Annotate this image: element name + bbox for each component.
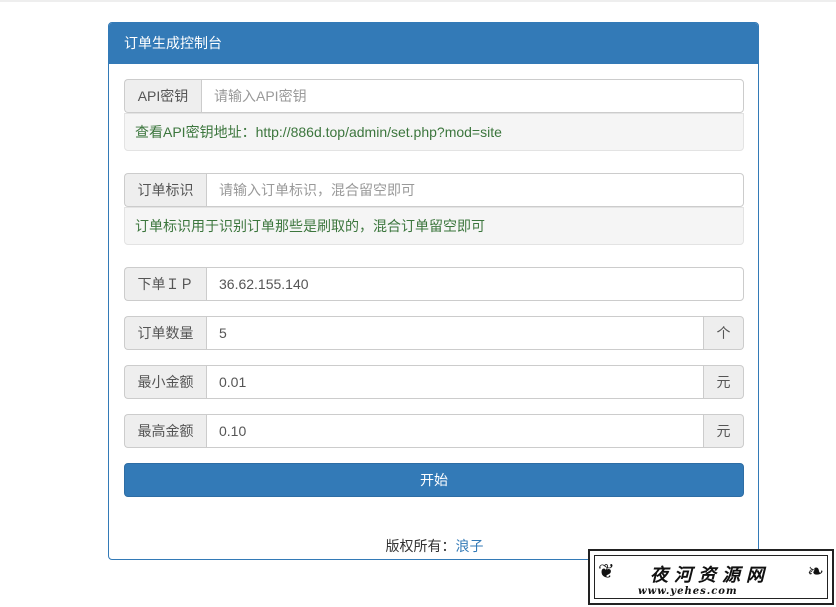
max-amount-input[interactable] bbox=[206, 414, 704, 448]
order-count-label: 订单数量 bbox=[124, 316, 206, 350]
watermark-title: 夜河资源网 bbox=[650, 565, 770, 586]
watermark-url: www.yehes.com bbox=[638, 586, 738, 597]
min-amount-group: 最小金额 元 bbox=[124, 365, 744, 399]
order-console-panel: 订单生成控制台 API密钥 查看API密钥地址：http://886d.top/… bbox=[108, 22, 759, 560]
panel-title: 订单生成控制台 bbox=[109, 23, 758, 64]
max-amount-group: 最高金额 元 bbox=[124, 414, 744, 448]
max-amount-label: 最高金额 bbox=[124, 414, 206, 448]
watermark-logo: ❦ ❧ 夜河资源网 www.yehes.com bbox=[588, 549, 834, 605]
ornament-left-icon: ❦ bbox=[598, 559, 615, 583]
order-ip-label: 下单ＩＰ bbox=[124, 267, 206, 301]
start-button[interactable]: 开始 bbox=[124, 463, 744, 497]
ornament-right-icon: ❧ bbox=[807, 559, 824, 583]
api-key-label: API密钥 bbox=[124, 79, 201, 113]
copyright-prefix: 版权所有： bbox=[385, 538, 456, 554]
order-ip-group: 下单ＩＰ bbox=[124, 267, 744, 301]
order-tag-label: 订单标识 bbox=[124, 173, 206, 207]
max-amount-unit: 元 bbox=[704, 414, 744, 448]
min-amount-label: 最小金额 bbox=[124, 365, 206, 399]
order-ip-input[interactable] bbox=[206, 267, 744, 301]
order-tag-help: 订单标识用于识别订单那些是刷取的，混合订单留空即可 bbox=[124, 207, 744, 245]
top-divider bbox=[0, 0, 836, 2]
api-key-group: API密钥 bbox=[124, 79, 744, 113]
order-count-input[interactable] bbox=[206, 316, 704, 350]
order-count-unit: 个 bbox=[704, 316, 744, 350]
author-link[interactable]: 浪子 bbox=[456, 538, 484, 554]
api-key-input[interactable] bbox=[201, 79, 744, 113]
min-amount-input[interactable] bbox=[206, 365, 704, 399]
order-tag-group: 订单标识 bbox=[124, 173, 744, 207]
order-count-group: 订单数量 个 bbox=[124, 316, 744, 350]
min-amount-unit: 元 bbox=[704, 365, 744, 399]
api-key-help: 查看API密钥地址：http://886d.top/admin/set.php?… bbox=[124, 113, 744, 151]
order-tag-input[interactable] bbox=[206, 173, 744, 207]
